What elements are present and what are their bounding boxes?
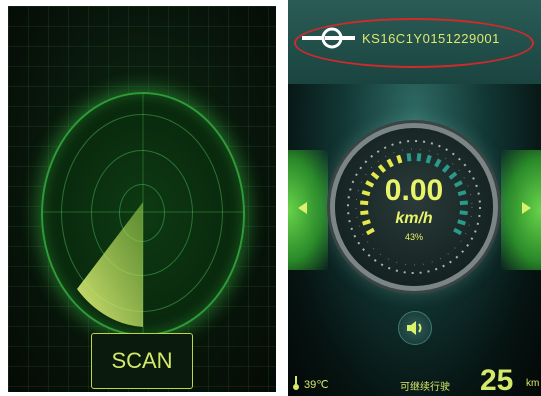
highlight-oval: [294, 18, 534, 68]
radar-scan-screen: SCAN: [8, 6, 276, 392]
sound-button[interactable]: [398, 311, 432, 345]
scan-button[interactable]: SCAN: [91, 333, 193, 389]
arrow-right-icon[interactable]: [522, 202, 531, 214]
speedometer: 0.00 km/h 43%: [335, 128, 493, 286]
scan-button-label: SCAN: [111, 348, 173, 373]
battery-segment: [406, 153, 412, 162]
battery-segment: [377, 164, 387, 173]
radar-sweep: [77, 202, 143, 327]
range-label: 可继续行驶: [400, 382, 450, 393]
battery-percent: 43%: [404, 232, 423, 242]
battery-segment: [425, 154, 432, 164]
prev-glow: [288, 150, 328, 270]
speaker-icon: [407, 321, 422, 335]
range-unit: km: [526, 378, 540, 389]
battery-segment: [434, 158, 442, 168]
arrow-left-icon[interactable]: [298, 202, 307, 214]
dashboard-screen: KS16C1Y0151229001 0.00 km/h 43% 39℃ 可继续行…: [288, 0, 541, 396]
temperature: 39℃: [304, 379, 329, 391]
radar-display: [41, 92, 245, 336]
speed-value: 0.00: [384, 174, 444, 207]
battery-segment: [416, 153, 422, 162]
status-bar: 39℃ 可继续行驶 25 km: [288, 364, 541, 396]
range-value: 25: [480, 364, 514, 396]
thermometer-icon: [293, 376, 299, 390]
speed-unit: km/h: [395, 210, 433, 227]
battery-segment: [396, 154, 403, 164]
battery-segment: [441, 164, 451, 173]
next-glow: [501, 150, 541, 270]
battery-segment: [386, 158, 394, 168]
